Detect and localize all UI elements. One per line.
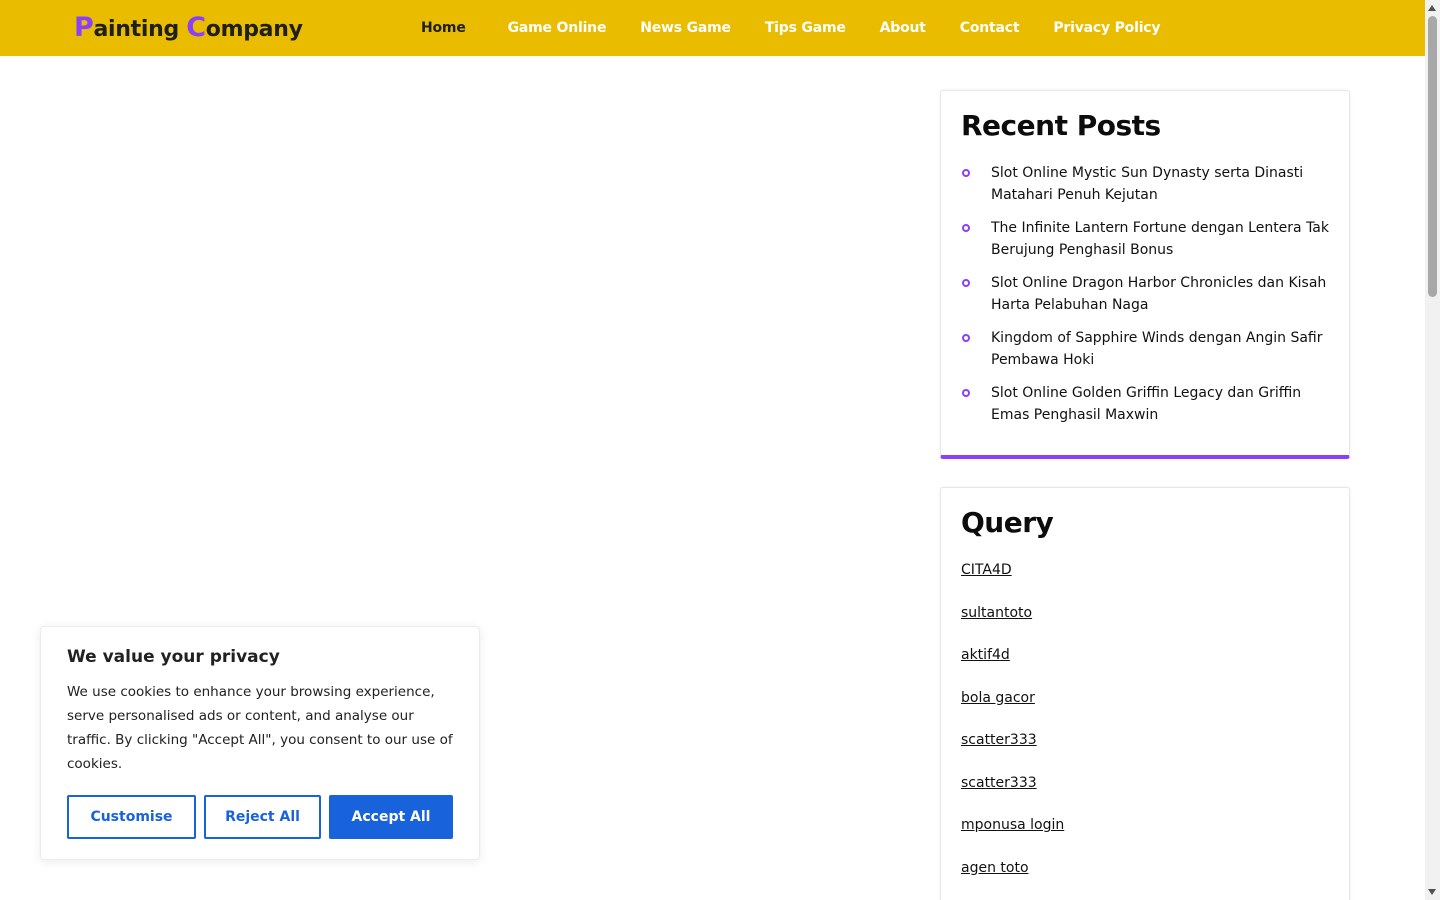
nav-news-game[interactable]: News Game [623,20,748,36]
circle-bullet-icon [962,389,970,397]
nav-home[interactable]: Home [404,20,491,36]
site-logo[interactable]: Painting Company [74,12,303,43]
nav-privacy-policy[interactable]: Privacy Policy [1036,20,1177,36]
circle-bullet-icon [962,224,970,232]
site-header: Painting Company Home Game Online News G… [0,0,1425,56]
logo-text-ompany: ompany [205,17,303,42]
query-link-bola-gacor[interactable]: bola gacor [961,687,1035,709]
cookie-buttons: Customise Reject All Accept All [67,795,453,839]
recent-post-item: Slot Online Dragon Harbor Chronicles dan… [961,272,1329,316]
nav-tips-game[interactable]: Tips Game [748,20,863,36]
scrollbar-thumb[interactable] [1428,16,1437,297]
logo-letter-p: P [74,12,94,43]
recent-post-item: The Infinite Lantern Fortune dengan Lent… [961,217,1329,261]
query-link-scatter333-2[interactable]: scatter333 [961,772,1037,794]
cookie-text: We use cookies to enhance your browsing … [67,684,453,772]
recent-post-link[interactable]: Slot Online Mystic Sun Dynasty serta Din… [991,162,1329,206]
query-links: CITA4D sultantoto aktif4d bola gacor sca… [961,559,1329,879]
nav-game-online[interactable]: Game Online [491,20,624,36]
query-link-agen-toto[interactable]: agen toto [961,857,1029,879]
recent-post-link[interactable]: Slot Online Golden Griffin Legacy dan Gr… [991,382,1329,426]
logo-text-ainting: ainting [93,17,187,42]
cookie-title: We value your privacy [67,647,280,667]
cookie-consent-banner: We value your privacy We use cookies to … [40,626,480,860]
circle-bullet-icon [962,169,970,177]
circle-bullet-icon [962,334,970,342]
page-scrollbar[interactable] [1425,0,1440,900]
logo-letter-c: C [186,12,206,43]
scroll-down-arrow-icon[interactable] [1428,889,1436,895]
recent-post-item: Kingdom of Sapphire Winds dengan Angin S… [961,327,1329,371]
circle-bullet-icon [962,279,970,287]
nav-about[interactable]: About [863,20,943,36]
query-link-aktif4d[interactable]: aktif4d [961,644,1010,666]
query-link-sultantoto[interactable]: sultantoto [961,602,1032,624]
recent-post-item: Slot Online Mystic Sun Dynasty serta Din… [961,162,1329,206]
nav-contact[interactable]: Contact [943,20,1037,36]
scroll-up-arrow-icon[interactable] [1428,5,1436,11]
query-link-mponusa-login[interactable]: mponusa login [961,814,1064,836]
reject-all-button[interactable]: Reject All [204,795,321,839]
recent-posts-list: Slot Online Mystic Sun Dynasty serta Din… [961,162,1329,426]
accept-all-button[interactable]: Accept All [329,795,453,839]
recent-post-link[interactable]: The Infinite Lantern Fortune dengan Lent… [991,217,1329,261]
main-nav: Home Game Online News Game Tips Game Abo… [404,0,1177,56]
recent-posts-title: Recent Posts [961,109,1161,142]
query-link-scatter333[interactable]: scatter333 [961,729,1037,751]
recent-posts-widget: Recent Posts Slot Online Mystic Sun Dyna… [940,90,1350,459]
page: Painting Company Home Game Online News G… [0,0,1440,900]
recent-post-link[interactable]: Slot Online Dragon Harbor Chronicles dan… [991,272,1329,316]
recent-post-item: Slot Online Golden Griffin Legacy dan Gr… [961,382,1329,426]
query-widget: Query CITA4D sultantoto aktif4d bola gac… [940,487,1350,900]
query-link-cita4d[interactable]: CITA4D [961,559,1012,581]
recent-post-link[interactable]: Kingdom of Sapphire Winds dengan Angin S… [991,327,1329,371]
query-title: Query [961,506,1054,539]
customise-button[interactable]: Customise [67,795,196,839]
